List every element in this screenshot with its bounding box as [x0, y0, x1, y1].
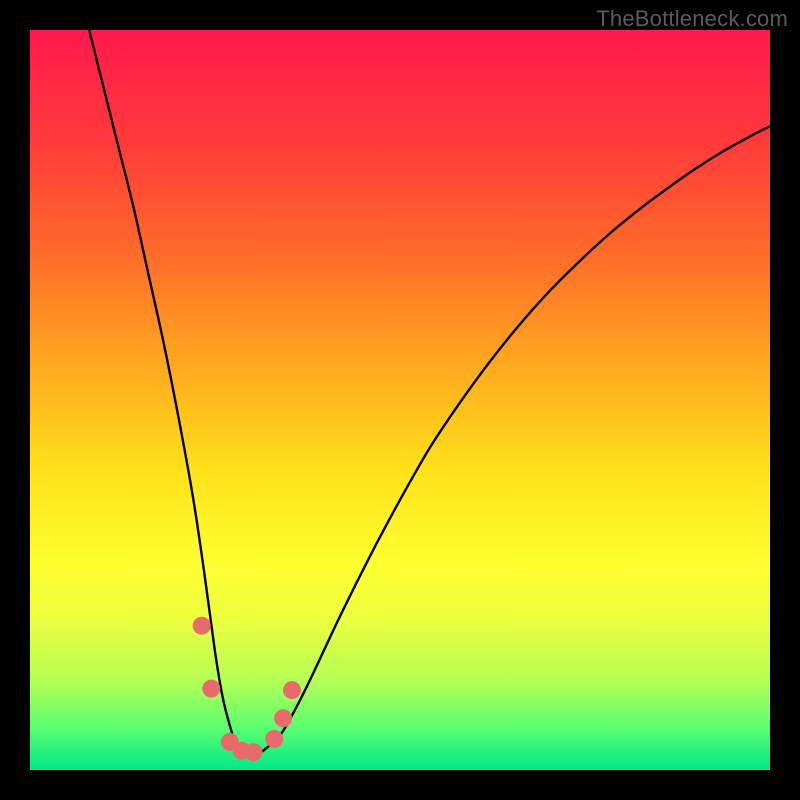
chart-svg	[30, 30, 770, 770]
chart-frame: TheBottleneck.com	[0, 0, 800, 800]
data-marker	[244, 743, 262, 761]
data-marker	[193, 617, 211, 635]
data-marker	[283, 681, 301, 699]
gradient-background	[30, 30, 770, 770]
watermark-text: TheBottleneck.com	[596, 6, 788, 32]
data-marker	[274, 709, 292, 727]
plot-area	[30, 30, 770, 770]
data-marker	[265, 730, 283, 748]
data-marker	[202, 680, 220, 698]
